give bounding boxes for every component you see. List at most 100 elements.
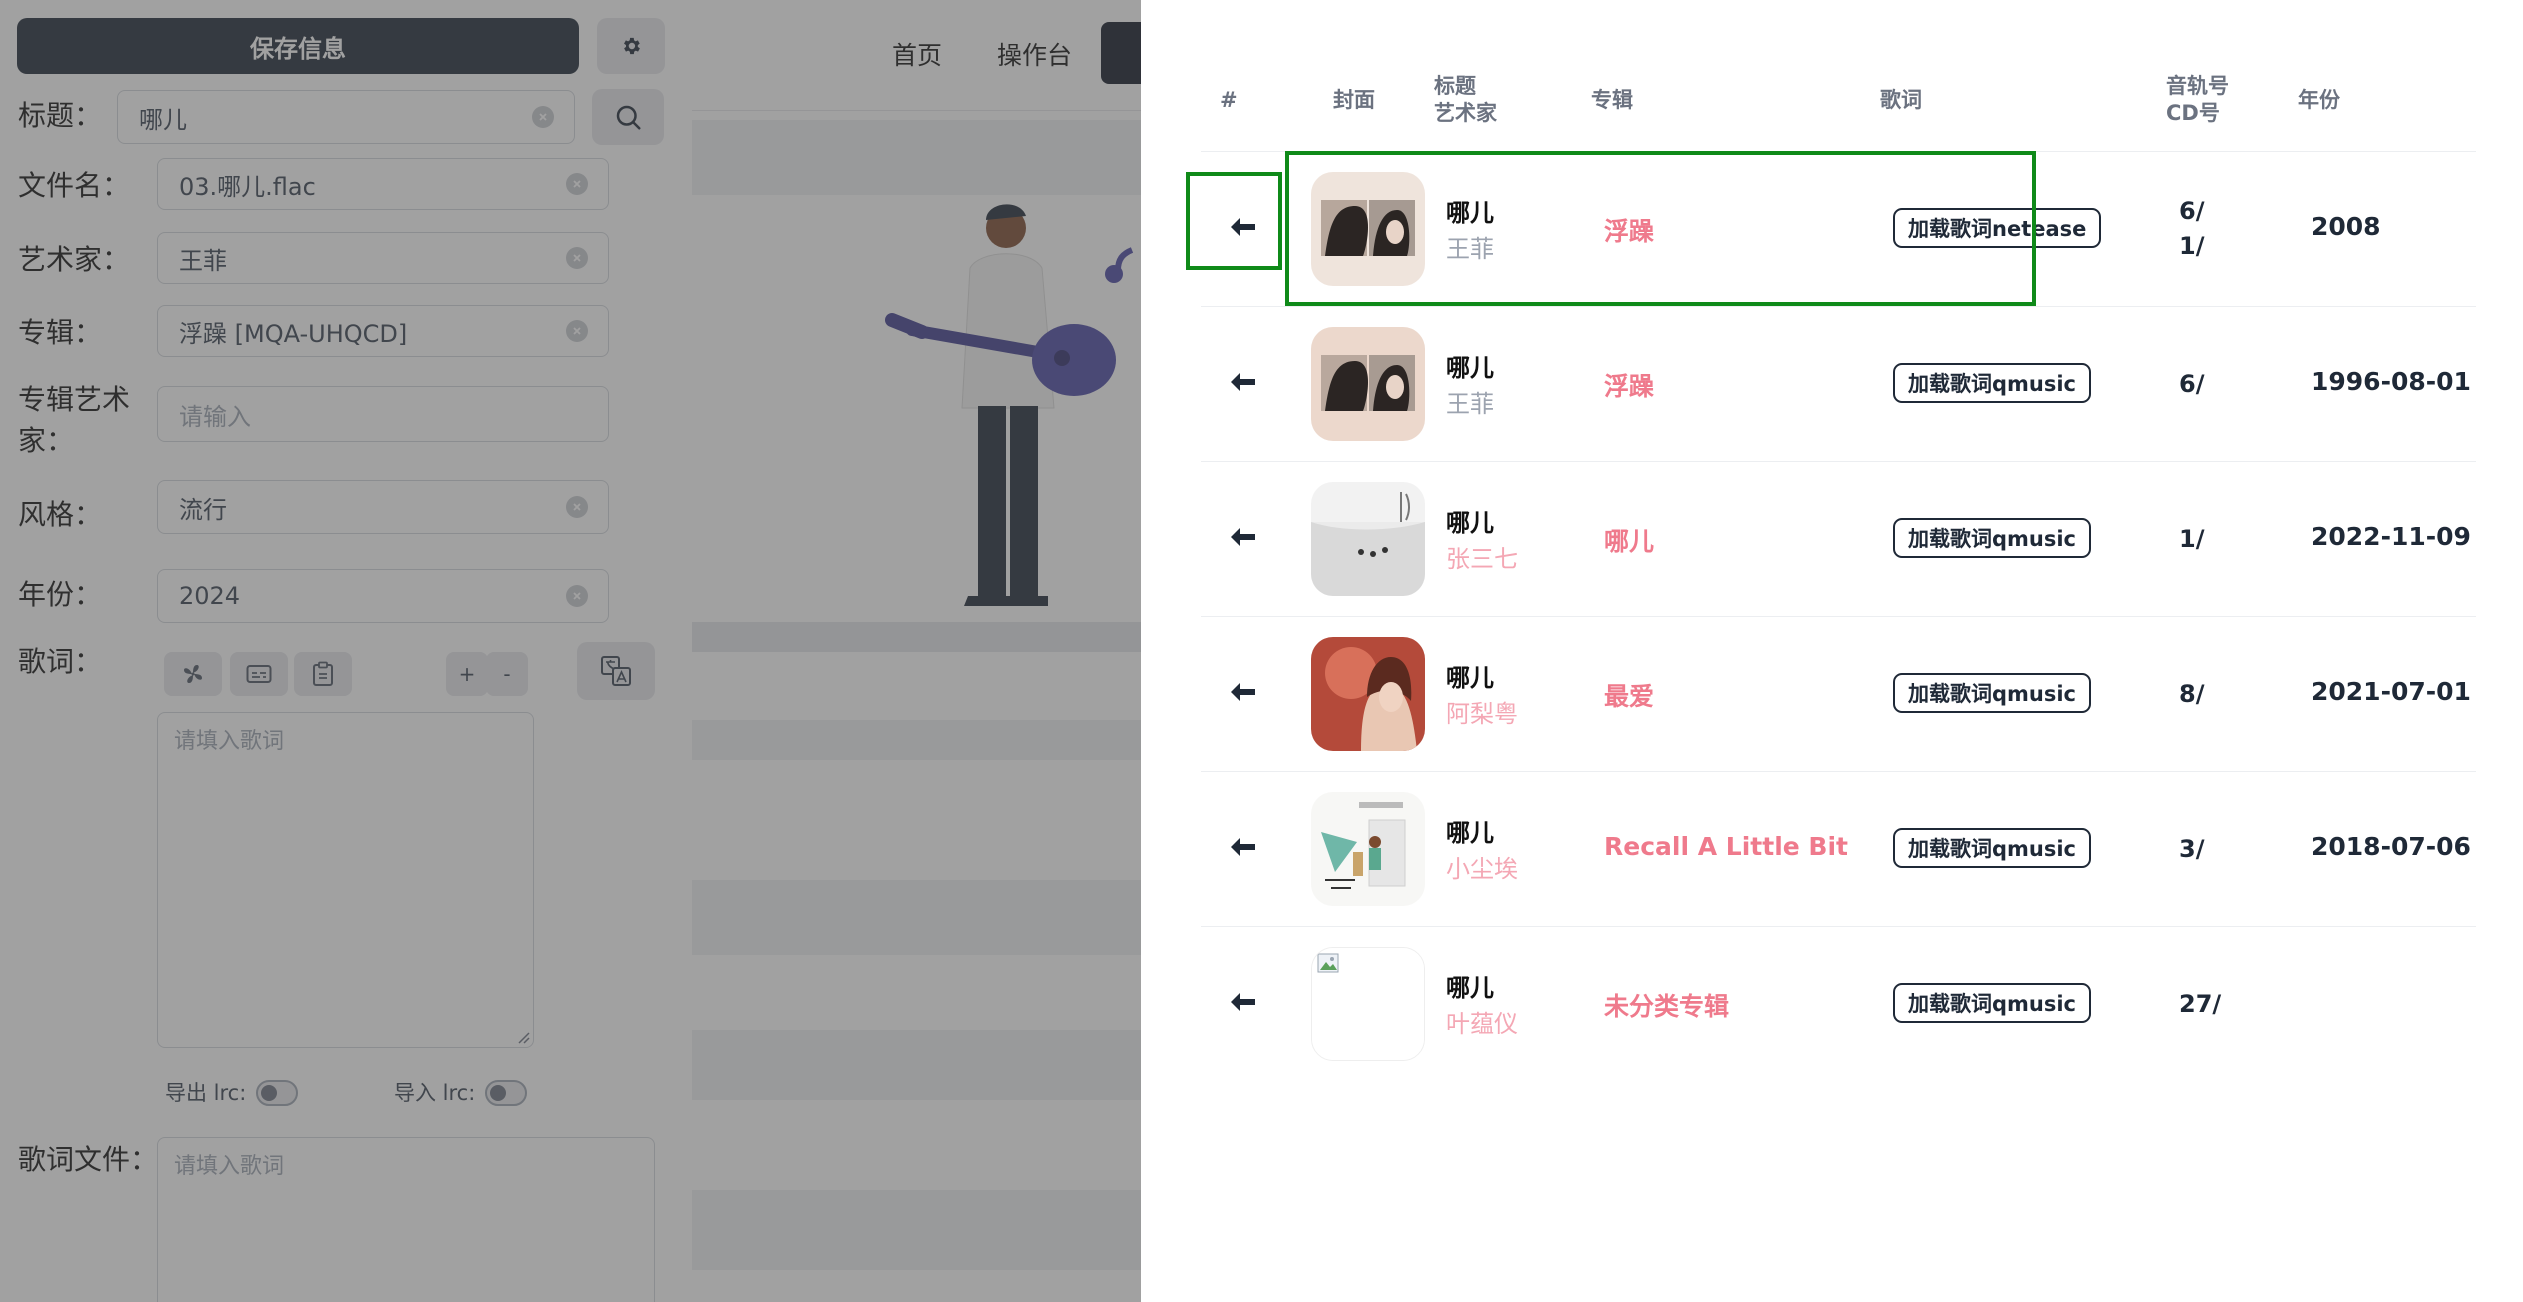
lyric-file-textarea[interactable]: 请填入歌词 xyxy=(157,1137,655,1302)
year-input[interactable]: 2024 xyxy=(157,569,609,623)
import-lrc-label: 导入 lrc: xyxy=(394,1081,476,1105)
clear-icon[interactable] xyxy=(566,585,588,607)
album-cover xyxy=(1311,482,1425,596)
album-artist-input[interactable]: 请输入 xyxy=(157,386,609,442)
clear-icon[interactable] xyxy=(566,173,588,195)
genre-value: 流行 xyxy=(179,495,227,524)
header-title: 标题 xyxy=(1434,74,1476,98)
album-label: 专辑： xyxy=(18,316,103,349)
album-input[interactable]: 浮躁 [MQA-UHQCD] xyxy=(157,305,609,357)
broken-image-icon xyxy=(1312,948,1424,1060)
cover-image xyxy=(1311,792,1425,906)
result-album: 最爱 xyxy=(1604,682,1655,711)
export-lrc-toggle[interactable] xyxy=(256,1080,298,1106)
genre-input[interactable]: 流行 xyxy=(157,480,609,534)
result-artist: 叶蕴仪 xyxy=(1446,1010,1518,1038)
year-label: 年份： xyxy=(18,578,103,611)
guitarist-illustration xyxy=(885,204,1134,606)
result-album: 哪儿 xyxy=(1604,527,1655,556)
header-cd: CD号 xyxy=(2166,101,2220,125)
cover-image xyxy=(1311,637,1425,751)
load-lyrics-button[interactable]: 加载歌词qmusic xyxy=(1893,828,2092,868)
cover-image xyxy=(1311,327,1425,441)
result-artist: 阿梨粤 xyxy=(1446,700,1518,728)
result-title: 哪儿 xyxy=(1446,509,1494,537)
result-track: 6/ xyxy=(2179,197,2205,225)
apply-result-button[interactable] xyxy=(1223,982,1263,1022)
settings-button[interactable] xyxy=(597,18,665,74)
result-row: 哪儿 张三七 哪儿 加载歌词qmusic 1/ 2022-11-09 xyxy=(1201,461,2476,617)
apply-result-button[interactable] xyxy=(1223,827,1263,867)
arrow-left-icon xyxy=(1231,993,1255,1011)
background-page: 首页 操作台 xyxy=(692,0,1141,1302)
lyric-file-placeholder: 请填入歌词 xyxy=(174,1154,285,1179)
clear-icon[interactable] xyxy=(566,496,588,518)
result-track: 3/ xyxy=(2179,835,2205,863)
clear-icon[interactable] xyxy=(566,320,588,342)
result-row: 哪儿 王菲 浮躁 加载歌词qmusic 6/ 1996-08-01 xyxy=(1201,306,2476,462)
lyrics-placeholder: 请填入歌词 xyxy=(174,729,285,754)
placeholder-bar xyxy=(692,880,1141,955)
result-year: 2008 xyxy=(2311,212,2381,241)
arrow-left-icon xyxy=(1231,528,1255,546)
result-year: 1996-08-01 xyxy=(2311,367,2471,396)
result-row: 哪儿 叶蕴仪 未分类专辑 加载歌词qmusic 27/ xyxy=(1201,926,2476,1082)
nav-console-link[interactable]: 操作台 xyxy=(997,36,1072,72)
translate-button[interactable] xyxy=(577,642,655,700)
result-title: 哪儿 xyxy=(1446,664,1494,692)
result-artist: 张三七 xyxy=(1446,545,1518,573)
result-album: Recall A Little Bit xyxy=(1604,832,1848,861)
header-track: 音轨号 xyxy=(2166,74,2229,98)
apply-result-button[interactable] xyxy=(1223,362,1263,402)
artist-input[interactable]: 王菲 xyxy=(157,232,609,284)
load-lyrics-button[interactable]: 加载歌词qmusic xyxy=(1893,673,2092,713)
title-value: 哪儿 xyxy=(139,105,187,134)
search-button[interactable] xyxy=(592,89,664,145)
album-artist-label-line2: 家： xyxy=(18,424,75,457)
arrow-left-icon xyxy=(1231,373,1255,391)
result-track: 27/ xyxy=(2179,990,2222,1018)
result-year: 2021-07-01 xyxy=(2311,677,2471,706)
lyric-file-label: 歌词文件： xyxy=(18,1143,159,1176)
import-lrc-toggle[interactable] xyxy=(485,1080,527,1106)
result-album: 未分类专辑 xyxy=(1604,992,1730,1021)
result-row: 哪儿 小尘埃 Recall A Little Bit 加载歌词qmusic 3/… xyxy=(1201,771,2476,927)
result-year: 2022-11-09 xyxy=(2311,522,2471,551)
lyrics-offset-minus-button[interactable]: - xyxy=(486,652,528,696)
lyrics-subtitle-button[interactable] xyxy=(230,652,288,696)
nav-active-tab[interactable] xyxy=(1101,22,1141,84)
load-lyrics-button[interactable]: 加载歌词qmusic xyxy=(1893,983,2092,1023)
load-lyrics-button[interactable]: 加载歌词qmusic xyxy=(1893,518,2092,558)
apply-result-button[interactable] xyxy=(1223,517,1263,557)
clear-icon[interactable] xyxy=(566,247,588,269)
album-cover xyxy=(1311,792,1425,906)
header-year: 年份 xyxy=(2298,88,2340,112)
result-track: 1/ xyxy=(2179,525,2205,553)
resize-handle-icon[interactable] xyxy=(516,1030,530,1044)
clear-icon[interactable] xyxy=(532,106,554,128)
lyrics-fan-button[interactable] xyxy=(164,652,222,696)
lyrics-label: 歌词： xyxy=(18,645,103,678)
album-artist-label-line1: 专辑艺术 xyxy=(18,383,131,416)
result-track: 8/ xyxy=(2179,680,2205,708)
filename-value: 03.哪儿.flac xyxy=(179,172,316,201)
export-lrc-label: 导出 lrc: xyxy=(165,1081,247,1105)
lyrics-offset-plus-button[interactable]: + xyxy=(446,652,488,696)
nav-home-link[interactable]: 首页 xyxy=(892,36,942,72)
lyrics-paste-button[interactable] xyxy=(294,652,352,696)
load-lyrics-button[interactable]: 加载歌词qmusic xyxy=(1893,363,2092,403)
save-info-button[interactable]: 保存信息 xyxy=(17,18,579,74)
placeholder-bar xyxy=(692,120,1141,195)
genre-label: 风格： xyxy=(18,498,103,531)
album-artist-placeholder: 请输入 xyxy=(179,402,251,431)
lyrics-textarea[interactable]: 请填入歌词 xyxy=(157,712,534,1048)
filename-input[interactable]: 03.哪儿.flac xyxy=(157,158,609,210)
header-lyrics: 歌词 xyxy=(1880,88,1922,112)
apply-result-button[interactable] xyxy=(1223,672,1263,712)
year-value: 2024 xyxy=(179,582,241,610)
title-input[interactable]: 哪儿 xyxy=(117,90,575,144)
tag-editor-panel: 保存信息 标题： 哪儿 文件名： 03.哪儿.flac 艺术家： 王菲 专辑： … xyxy=(0,0,692,1302)
translate-icon xyxy=(601,656,631,686)
album-cover xyxy=(1311,327,1425,441)
result-album: 浮躁 xyxy=(1604,372,1655,401)
